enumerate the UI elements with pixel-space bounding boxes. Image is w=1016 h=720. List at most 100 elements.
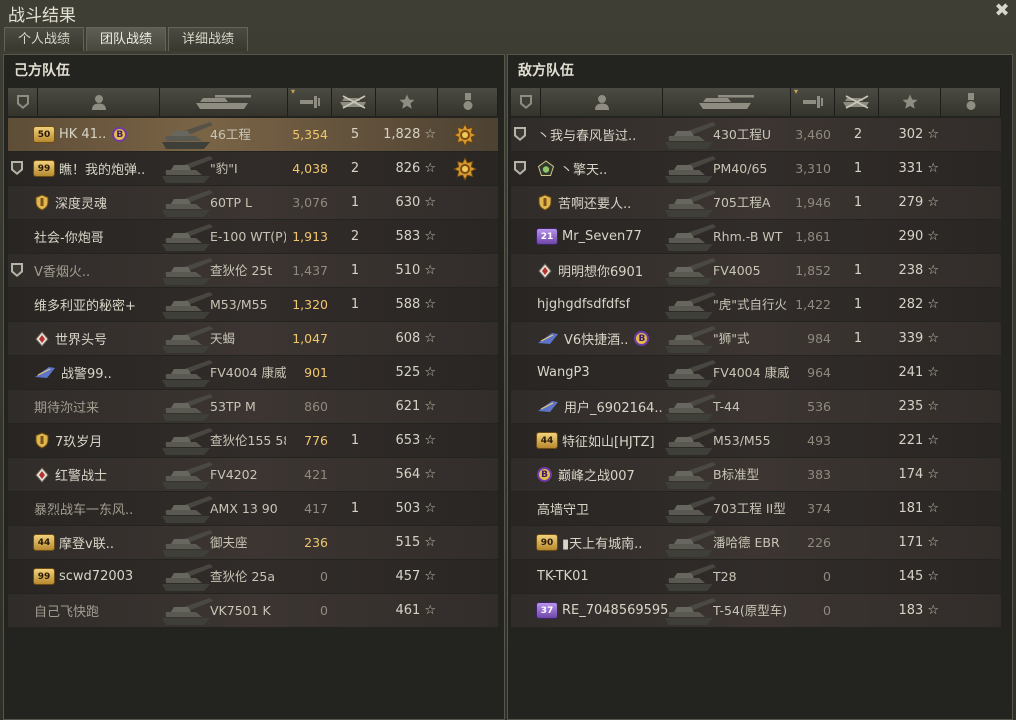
enemy-player-row[interactable]: 90 ▮天上有城南.. 潘哈德 EBR 226 171 ☆ (511, 526, 1001, 559)
enemy-player-row[interactable]: 高墙守卫 703工程 II型 374 181 ☆ (511, 492, 1001, 525)
xp-value: 282 (898, 297, 924, 312)
enemy-player-row[interactable]: 21 Mr_Seven77 Rhm.-B WT 1,861 290 ☆ (511, 220, 1001, 253)
xp-value: 279 (898, 195, 924, 210)
xp-cell: 826 ☆ (380, 152, 440, 185)
xp-star-icon: ☆ (424, 263, 436, 278)
enemy-player-row[interactable]: TK-TK01 T28 0 145 ☆ (511, 560, 1001, 593)
allied-header-damage-icon[interactable]: ▾ (288, 88, 332, 116)
allied-player-row[interactable]: 99 scwd72003 查狄伦 25a 0 457 ☆ (8, 560, 498, 593)
allied-player-row[interactable]: 社会-你炮哥 E-100 WT(P) 1,913 2 583 ☆ (8, 220, 498, 253)
player-name: 高墙守卫 (537, 503, 590, 518)
enemy-player-row[interactable]: B 巅峰之战007 B标准型 383 174 ☆ (511, 458, 1001, 491)
enemy-player-row[interactable]: 明明想你6901 FV4005 1,852 1 238 ☆ (511, 254, 1001, 287)
kills-value (837, 526, 879, 559)
enemy-player-row[interactable]: 44 特征如山[HJTZ] M53/M55 493 221 ☆ (511, 424, 1001, 457)
player-name: 特征如山[HJTZ] (562, 435, 655, 450)
xp-star-icon: ☆ (927, 365, 939, 380)
enemy-header-player-icon[interactable] (541, 88, 663, 116)
allied-player-row[interactable]: 暴烈战车一东风.. AMX 13 90 417 1 503 ☆ (8, 492, 498, 525)
xp-value: 515 (395, 535, 421, 550)
tab-detailed[interactable]: 详细战绩 (168, 27, 249, 51)
vehicle-name: 潘哈德 EBR (713, 535, 780, 550)
xp-cell: 145 ☆ (883, 560, 943, 593)
player-name: 摩登v联.. (59, 537, 114, 552)
tab-team[interactable]: 团队战绩 (86, 27, 167, 51)
allied-header-vehicle-icon[interactable] (160, 88, 288, 116)
allied-player-row[interactable]: 50 HK 41.. B 46工程 5,354 5 1,828 ☆ (8, 118, 498, 151)
vehicle-name: 天蝎 (210, 331, 236, 346)
title-bar: 战斗结果 ✖ (0, 0, 1016, 27)
damage-value: 984 (807, 331, 831, 346)
allied-player-row[interactable]: 99 瞧！我的炮弹.. "豹"I 4,038 2 826 ☆ (8, 152, 498, 185)
enemy-player-row[interactable]: 丶我与春风皆过.. 430工程U 3,460 2 302 ☆ (511, 118, 1001, 151)
damage-value: 1,047 (292, 331, 328, 346)
enemy-player-row[interactable]: 37 RE_7048569595 T-54(原型车) 0 183 ☆ (511, 594, 1001, 627)
enemy-player-row[interactable]: 苦啊还要人.. 705工程A 1,946 1 279 ☆ (511, 186, 1001, 219)
xp-value: 510 (395, 263, 421, 278)
damage-value: 1,437 (292, 263, 328, 278)
allied-player-row[interactable]: 战警99.. FV4004 康威 901 525 ☆ (8, 356, 498, 389)
enemy-player-row[interactable]: V6快捷酒.. B "狮"式 984 1 339 ☆ (511, 322, 1001, 355)
enemy-header-damage-icon[interactable]: ▾ (791, 88, 835, 116)
tab-personal[interactable]: 个人战绩 (4, 27, 85, 51)
xp-star-icon: ☆ (927, 161, 939, 176)
damage-value: 1,946 (795, 195, 831, 210)
damage-value: 236 (304, 535, 328, 550)
enemy-player-row[interactable]: hjghgdfsdfdfsf "虎"式自行火 1,422 1 282 ☆ (511, 288, 1001, 321)
kills-value: 1 (853, 161, 863, 176)
damage-value: 421 (304, 467, 328, 482)
wing-badge-icon (537, 399, 559, 414)
enemy-header-xp-star-icon[interactable] (879, 88, 941, 116)
allied-header-kills-icon[interactable] (332, 88, 376, 116)
allied-player-row[interactable]: 深度灵魂 60TP L 3,076 1 630 ☆ (8, 186, 498, 219)
player-name: V6快捷酒.. (564, 333, 629, 348)
xp-star-icon: ☆ (927, 229, 939, 244)
allied-player-row[interactable]: V香烟火.. 查狄伦 25t 1,437 1 510 ☆ (8, 254, 498, 287)
wing-badge-icon (34, 365, 56, 380)
rank-diamond-icon (537, 262, 553, 279)
damage-value: 493 (807, 433, 831, 448)
allied-player-row[interactable]: 自己飞快跑 VK7501 K 0 461 ☆ (8, 594, 498, 627)
enemy-header-kills-icon[interactable] (835, 88, 879, 116)
allied-player-row[interactable]: 7玖岁月 查狄伦155 58 776 1 653 ☆ (8, 424, 498, 457)
xp-star-icon: ☆ (424, 433, 436, 448)
xp-value: 290 (898, 229, 924, 244)
xp-value: 503 (395, 501, 421, 516)
allied-player-row[interactable]: 44 摩登v联.. 御夫座 236 515 ☆ (8, 526, 498, 559)
enemy-player-row[interactable]: 用户_6902164.. T-44 536 235 ☆ (511, 390, 1001, 423)
enemy-header-vehicle-icon[interactable] (663, 88, 791, 116)
player-name: 丶擎天.. (560, 163, 608, 178)
xp-star-icon: ☆ (927, 535, 939, 550)
damage-value: 0 (320, 569, 328, 584)
xp-cell: 510 ☆ (380, 254, 440, 287)
xp-cell: 461 ☆ (380, 594, 440, 627)
xp-cell: 331 ☆ (883, 152, 943, 185)
close-icon[interactable]: ✖ (992, 1, 1012, 21)
player-name: scwd72003 (59, 569, 134, 584)
medal-icon[interactable] (452, 156, 478, 182)
rank-badge-icon: 90 (537, 535, 557, 550)
allied-header-player-icon[interactable] (38, 88, 160, 116)
vehicle-name: Rhm.-B WT (713, 229, 783, 244)
allied-player-row[interactable]: 维多利亚的秘密+ M53/M55 1,320 1 588 ☆ (8, 288, 498, 321)
allied-header-medal-column-icon[interactable] (438, 88, 498, 116)
xp-value: 1,828 (383, 127, 421, 142)
xp-value: 630 (395, 195, 421, 210)
enemy-player-row[interactable]: WangP3 FV4004 康威 964 241 ☆ (511, 356, 1001, 389)
enemy-team-title: 敌方队伍 (518, 63, 574, 79)
allied-player-row[interactable]: 期待沵过来 53TP M 860 621 ☆ (8, 390, 498, 423)
xp-cell: 221 ☆ (883, 424, 943, 457)
xp-star-icon: ☆ (424, 127, 436, 142)
enemy-header-platoon-icon[interactable] (511, 88, 541, 116)
player-name: 用户_6902164.. (564, 401, 663, 416)
enemy-header-medal-column-icon[interactable] (941, 88, 1001, 116)
damage-value: 3,076 (292, 195, 328, 210)
xp-value: 241 (898, 365, 924, 380)
medal-icon[interactable] (452, 122, 478, 148)
allied-player-row[interactable]: 世界头号 天蝎 1,047 608 ☆ (8, 322, 498, 355)
enemy-player-row[interactable]: 丶擎天.. PM40/65 3,310 1 331 ☆ (511, 152, 1001, 185)
allied-header-platoon-icon[interactable] (8, 88, 38, 116)
damage-value: 536 (807, 399, 831, 414)
allied-header-xp-star-icon[interactable] (376, 88, 438, 116)
allied-player-row[interactable]: 红警战士 FV4202 421 564 ☆ (8, 458, 498, 491)
